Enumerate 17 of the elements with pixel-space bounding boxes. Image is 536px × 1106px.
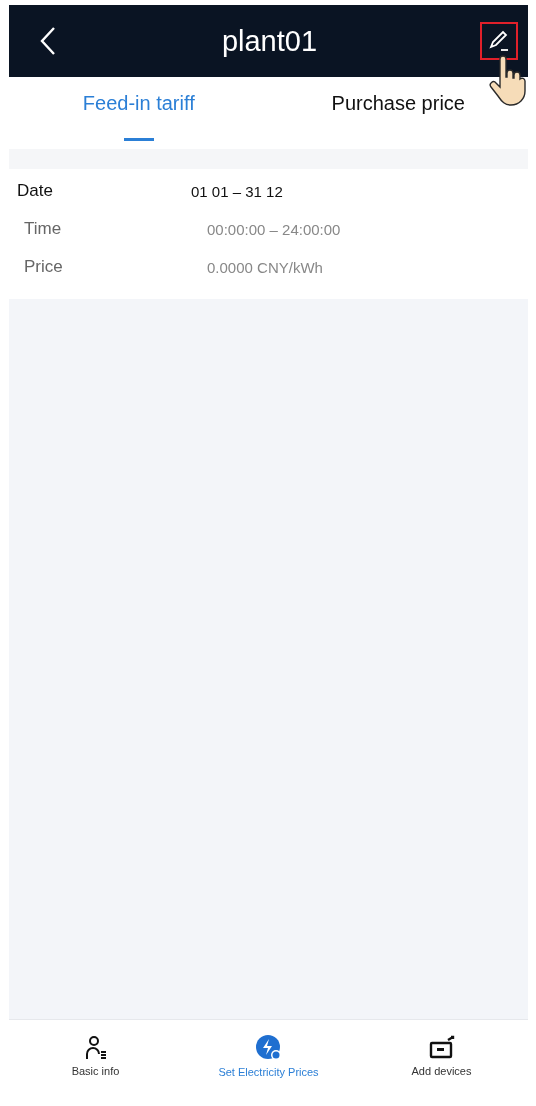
row-value: 00:00:00 – 24:00:00	[206, 220, 341, 238]
row-label: Price	[23, 257, 64, 277]
date-label: Date	[17, 181, 54, 201]
device-icon	[427, 1035, 456, 1061]
nav-item[interactable]: Add devices	[355, 1020, 528, 1092]
tab[interactable]: Purchase price	[268, 77, 528, 149]
hand-cursor-icon	[488, 55, 526, 107]
row-value: 0.0000 CNY/kWh	[206, 258, 323, 276]
tab[interactable]: Feed-in tariff	[9, 77, 269, 149]
date-value: 01 01 – 31 12	[191, 182, 283, 200]
row-label: Time	[23, 219, 63, 239]
pencil-icon	[487, 29, 511, 53]
nav-item[interactable]: Set Electricity Prices	[182, 1020, 355, 1092]
page-title: plant01	[221, 24, 318, 58]
edit-button[interactable]	[480, 22, 518, 60]
lightning-icon	[254, 1034, 283, 1062]
nav-item[interactable]: Basic info	[9, 1020, 182, 1092]
